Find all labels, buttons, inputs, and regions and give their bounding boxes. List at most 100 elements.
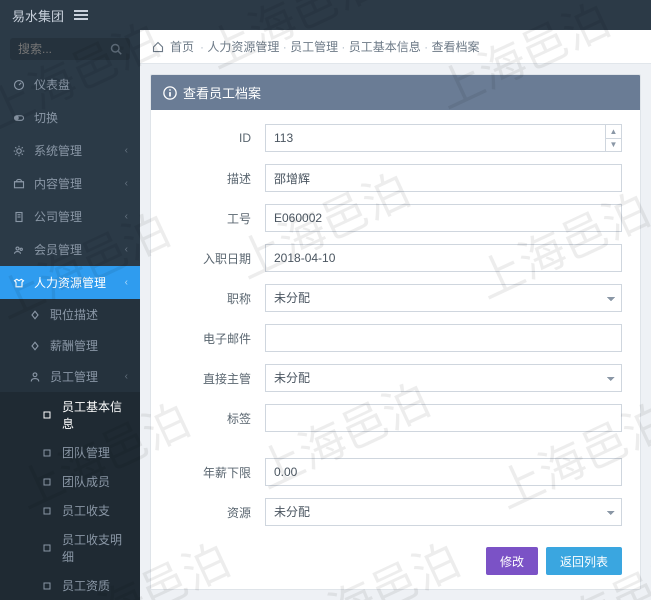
label-desc: 描述 — [169, 170, 265, 187]
sidebar-item[interactable]: 职位描述 — [0, 299, 140, 330]
breadcrumb-home[interactable]: 首页 — [170, 38, 194, 55]
sidebar-item-label: 员工收支明细 — [62, 531, 128, 565]
label-asset: 资源 — [169, 504, 265, 521]
chevron-left-icon: ‹ — [125, 211, 128, 222]
input-hiredate[interactable] — [265, 244, 622, 272]
gear-icon — [12, 144, 26, 158]
spinner-up-icon[interactable]: ▲ — [605, 125, 621, 139]
toggle-icon — [12, 111, 26, 125]
input-desc[interactable] — [265, 164, 622, 192]
sidebar-item-label: 团队成员 — [62, 473, 110, 490]
sidebar-item[interactable]: 员工资质 — [0, 571, 140, 600]
search-input[interactable] — [18, 42, 110, 56]
label-hiredate: 入职日期 — [169, 250, 265, 267]
bullet-icon — [40, 475, 54, 489]
panel: 查看员工档案 ID▲▼ 描述 工号 入职日期 职称未分配 电子邮件 直接主管未分… — [150, 74, 641, 590]
label-title: 职称 — [169, 290, 265, 307]
sidebar-item-label: 仪表盘 — [34, 76, 70, 93]
sidebar-item[interactable]: 内容管理 ‹ — [0, 167, 140, 200]
select-title[interactable]: 未分配 — [265, 284, 622, 312]
input-email[interactable] — [265, 324, 622, 352]
breadcrumb-sep: · — [283, 40, 287, 54]
sidebar-item[interactable]: 人力资源管理 ‹ — [0, 266, 140, 299]
action-bar: 修改 返回列表 — [151, 537, 640, 589]
bullet-icon — [40, 408, 54, 422]
sidebar-item[interactable]: 团队管理 — [0, 438, 140, 467]
sidebar-item-label: 公司管理 — [34, 208, 82, 225]
label-manager: 直接主管 — [169, 370, 265, 387]
sidebar-item[interactable]: 切换 — [0, 101, 140, 134]
label-empno: 工号 — [169, 210, 265, 227]
edit-button[interactable]: 修改 — [486, 547, 538, 575]
box-icon — [12, 177, 26, 191]
form: ID▲▼ 描述 工号 入职日期 职称未分配 电子邮件 直接主管未分配 标签 年薪… — [151, 110, 640, 537]
sidebar-item[interactable]: 仪表盘 — [0, 68, 140, 101]
sidebar-item-label: 会员管理 — [34, 241, 82, 258]
breadcrumb-sep: · — [424, 40, 428, 54]
breadcrumb: 首页 · 人力资源管理 · 员工管理 · 员工基本信息 · 查看档案 — [140, 30, 651, 64]
input-empno[interactable] — [265, 204, 622, 232]
id-spinner[interactable]: ▲▼ — [605, 125, 621, 151]
sidebar-item[interactable]: 会员管理 ‹ — [0, 233, 140, 266]
search-icon — [110, 43, 122, 55]
sidebar-item-label: 内容管理 — [34, 175, 82, 192]
chevron-left-icon: ‹ — [125, 244, 128, 255]
sidebar-item[interactable]: 公司管理 ‹ — [0, 200, 140, 233]
sidebar-item-label: 薪酬管理 — [50, 337, 98, 354]
sidebar-item[interactable]: 团队成员 — [0, 467, 140, 496]
dashboard-icon — [12, 78, 26, 92]
content-area: 首页 · 人力资源管理 · 员工管理 · 员工基本信息 · 查看档案 查看员工档… — [140, 30, 651, 600]
building-icon — [12, 210, 26, 224]
sidebar-item-label: 员工资质 — [62, 577, 110, 594]
chevron-left-icon: ‹ — [125, 371, 128, 382]
diamond-icon — [28, 308, 42, 322]
diamond-icon — [28, 339, 42, 353]
sidebar-item-label: 员工收支 — [62, 502, 110, 519]
breadcrumb-sep: · — [341, 40, 345, 54]
spinner-down-icon[interactable]: ▼ — [605, 139, 621, 152]
input-salaryfloor[interactable] — [265, 458, 622, 486]
select-asset[interactable]: 未分配 — [265, 498, 622, 526]
shirt-icon — [12, 276, 26, 290]
chevron-left-icon: ‹ — [125, 277, 128, 288]
home-icon — [152, 41, 164, 53]
sidebar-item-label: 切换 — [34, 109, 58, 126]
panel-title: 查看员工档案 — [183, 83, 261, 102]
hamburger-icon[interactable] — [74, 10, 88, 20]
bullet-icon — [40, 541, 54, 555]
sidebar-item-label: 员工基本信息 — [62, 398, 128, 432]
label-id: ID — [169, 131, 265, 145]
sidebar-item[interactable]: 员工管理‹ — [0, 361, 140, 392]
sidebar-item-label: 人力资源管理 — [34, 274, 106, 291]
bullet-icon — [40, 579, 54, 593]
chevron-left-icon: ‹ — [125, 145, 128, 156]
person-icon — [28, 370, 42, 384]
label-salaryfloor: 年薪下限 — [169, 464, 265, 481]
panel-head: 查看员工档案 — [151, 75, 640, 110]
sidebar-item[interactable]: 员工基本信息 — [0, 392, 140, 438]
sidebar-search[interactable] — [10, 38, 130, 60]
brand-text: 易水集团 — [12, 6, 64, 25]
breadcrumb-item[interactable]: 查看档案 — [431, 40, 479, 54]
bullet-icon — [40, 504, 54, 518]
sidebar-item-label: 职位描述 — [50, 306, 98, 323]
users-icon — [12, 243, 26, 257]
info-icon — [163, 86, 177, 100]
back-button[interactable]: 返回列表 — [546, 547, 622, 575]
sidebar-item[interactable]: 薪酬管理 — [0, 330, 140, 361]
breadcrumb-item[interactable]: 员工管理 — [290, 40, 338, 54]
sidebar-item[interactable]: 系统管理 ‹ — [0, 134, 140, 167]
select-manager[interactable]: 未分配 — [265, 364, 622, 392]
topbar: 易水集团 — [0, 0, 651, 30]
sidebar-item-label: 团队管理 — [62, 444, 110, 461]
input-id[interactable] — [265, 124, 622, 152]
chevron-left-icon: ‹ — [125, 178, 128, 189]
breadcrumb-item[interactable]: 人力资源管理 — [207, 40, 279, 54]
input-tags[interactable] — [265, 404, 622, 432]
label-tags: 标签 — [169, 410, 265, 427]
breadcrumb-sep: · — [200, 40, 204, 54]
sidebar-item-label: 系统管理 — [34, 142, 82, 159]
sidebar-item[interactable]: 员工收支 — [0, 496, 140, 525]
breadcrumb-item[interactable]: 员工基本信息 — [349, 40, 421, 54]
sidebar-item[interactable]: 员工收支明细 — [0, 525, 140, 571]
